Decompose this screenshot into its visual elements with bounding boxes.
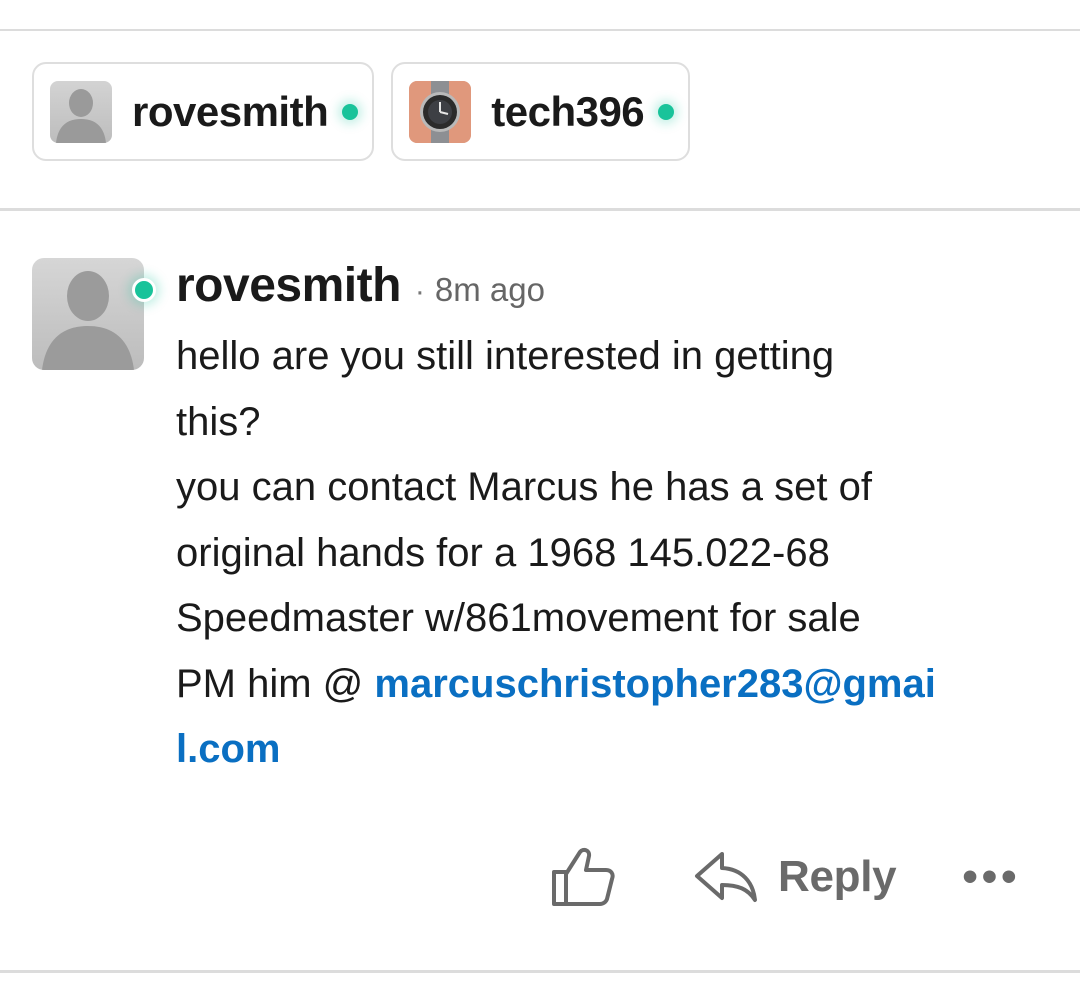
watch-photo-icon [409, 80, 472, 143]
participant-name: rovesmith [132, 87, 329, 135]
bottom-divider [0, 970, 1080, 973]
reply-arrow-icon [695, 852, 757, 902]
participant-chip-tech396[interactable]: tech396 [391, 62, 691, 161]
email-link[interactable]: marcuschristopher283@gmai [374, 662, 935, 706]
thumbs-up-icon [552, 847, 615, 906]
email-link-continued[interactable]: l.com [176, 727, 280, 771]
comment-line: original hands for a 1968 145.022-68 [176, 530, 830, 575]
online-status-dot [658, 103, 675, 120]
comment-line: Speedmaster w/861movement for sale [176, 596, 861, 640]
reply-label: Reply [778, 852, 897, 901]
comment-header: rovesmith · 8m ago [176, 258, 1042, 324]
comment-body: rovesmith · 8m ago hello are you still i… [176, 258, 1042, 783]
comment-actions: Reply ••• [548, 842, 1021, 912]
top-divider [0, 29, 1080, 31]
comment-line-with-link: PM him @ marcuschristopher283@gmai [176, 652, 1042, 718]
comment-line: l.com [176, 717, 1042, 783]
comment-text: hello are you still interested in gettin… [176, 324, 1042, 783]
comment-author[interactable]: rovesmith [176, 258, 401, 313]
comment-timestamp: 8m ago [434, 271, 545, 308]
default-person-icon [32, 258, 144, 370]
comment-line: you can contact Marcus he has a set of [176, 465, 872, 509]
participant-name: tech396 [491, 87, 645, 135]
default-person-icon [50, 80, 112, 143]
reply-button[interactable]: Reply [694, 850, 897, 904]
like-button[interactable] [548, 842, 618, 912]
more-options-button[interactable]: ••• [962, 855, 1020, 899]
comment-line: hello are you still interested in gettin… [176, 334, 835, 378]
avatar [50, 80, 112, 143]
avatar [409, 80, 472, 143]
online-status-dot [342, 103, 359, 120]
meta-separator: · [414, 275, 425, 308]
comment-avatar[interactable] [32, 258, 144, 370]
participants-bar: rovesmith tech396 [32, 62, 691, 161]
section-divider [0, 208, 1080, 211]
online-status-dot [132, 278, 156, 302]
comment-line-prefix: PM him @ [176, 661, 375, 706]
comment-line: this? [176, 399, 261, 444]
participant-chip-rovesmith[interactable]: rovesmith [32, 62, 375, 161]
